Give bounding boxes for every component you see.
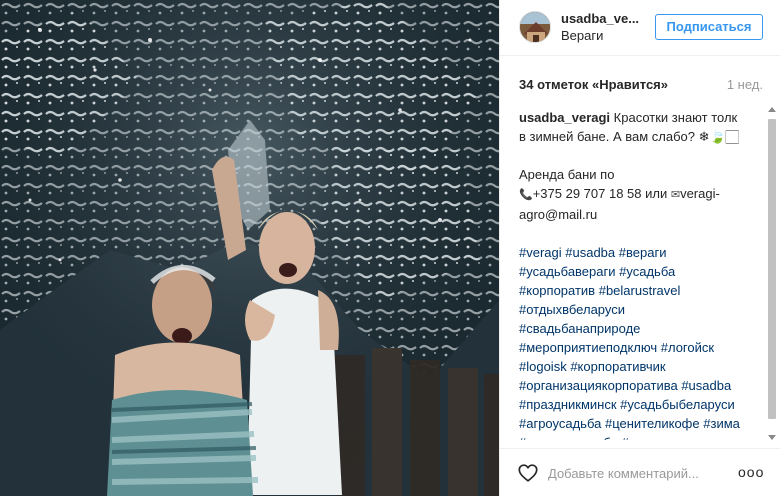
hashtag-link[interactable]: #зима [703, 416, 740, 431]
hashtag-link[interactable]: #свадьбанаприроде [519, 321, 640, 336]
follow-button[interactable]: Подписаться [655, 14, 763, 40]
likes-count[interactable]: 34 отметок «Нравится» [519, 77, 668, 92]
hashtag-link[interactable]: #усадьбыбеларуси [620, 397, 735, 412]
rental-title: Аренда бани по [519, 167, 615, 182]
hashtag-link[interactable]: #belarustravel [599, 283, 681, 298]
comments-area[interactable]: usadba_veragi Красотки знают толк в зимн… [519, 108, 747, 440]
hashtag-link[interactable]: #вераги [619, 245, 667, 260]
phone-icon: 📞 [519, 189, 533, 201]
hashtag-link[interactable]: #корпоративчик [570, 359, 665, 374]
post-side-panel: usadba_ve... Вераги Подписаться 34 отмет… [499, 0, 780, 496]
hashtag-link[interactable]: #usadba [681, 378, 731, 393]
more-options-icon[interactable]: ooo [738, 461, 764, 483]
heart-icon-svg [518, 464, 538, 482]
post-username[interactable]: usadba_ve... [561, 11, 639, 26]
phone-number: +375 29 707 18 58 или [532, 186, 668, 201]
hashtag-link[interactable]: #usadba [565, 245, 615, 260]
hashtag-link[interactable]: #отдыхвусадьбе [519, 435, 618, 440]
hashtag-link[interactable]: #ценителикофе [605, 416, 700, 431]
hashtag-link[interactable]: #усадьба [619, 264, 675, 279]
post-photo-image [0, 0, 499, 496]
hashtag-link[interactable]: #корпоратив [519, 283, 595, 298]
hashtag-link[interactable]: #логойск [661, 340, 714, 355]
hashtag-link[interactable]: #отдыхвбеларуси [519, 302, 625, 317]
likes-row: 34 отметок «Нравится» 1 нед. [519, 77, 763, 93]
scroll-thumb[interactable] [768, 119, 776, 419]
hashtag-link[interactable]: #организациякорпоратива [519, 378, 678, 393]
caption: usadba_veragi Красотки знают толк в зимн… [519, 108, 747, 146]
post-header: usadba_ve... Вераги Подписаться [500, 0, 780, 56]
hashtag-list: #veragi #usadba #вераги #усадьбавераги #… [519, 243, 747, 440]
rental-info: Аренда бани по 📞+375 29 707 18 58 или ✉v… [519, 165, 747, 224]
hashtag-link[interactable]: #veragi [519, 245, 562, 260]
comment-bar: ooo [500, 448, 780, 496]
scroll-up-arrow-icon[interactable] [768, 107, 776, 112]
post-photo[interactable] [0, 0, 499, 496]
comment-input[interactable] [548, 462, 728, 484]
post-location[interactable]: Вераги [561, 28, 603, 43]
scroll-down-arrow-icon[interactable] [768, 435, 776, 440]
mail-icon: ✉ [670, 189, 681, 201]
post-timestamp[interactable]: 1 нед. [727, 77, 763, 92]
hashtag-link[interactable]: #вечеринка [621, 435, 691, 440]
hashtag-link[interactable]: #усадьбавераги [519, 264, 616, 279]
avatar[interactable] [519, 11, 551, 43]
hashtag-link[interactable]: #праздникминск [519, 397, 617, 412]
fence [335, 348, 499, 496]
avatar-image [520, 12, 550, 42]
caption-username[interactable]: usadba_veragi [519, 110, 610, 125]
hashtag-link[interactable]: #мероприятиеподключ [519, 340, 657, 355]
hashtag-link[interactable]: #агроусадьба [519, 416, 601, 431]
hashtag-link[interactable]: #logoisk [519, 359, 567, 374]
comments-scrollbar[interactable] [766, 105, 778, 445]
heart-icon[interactable] [517, 462, 539, 484]
